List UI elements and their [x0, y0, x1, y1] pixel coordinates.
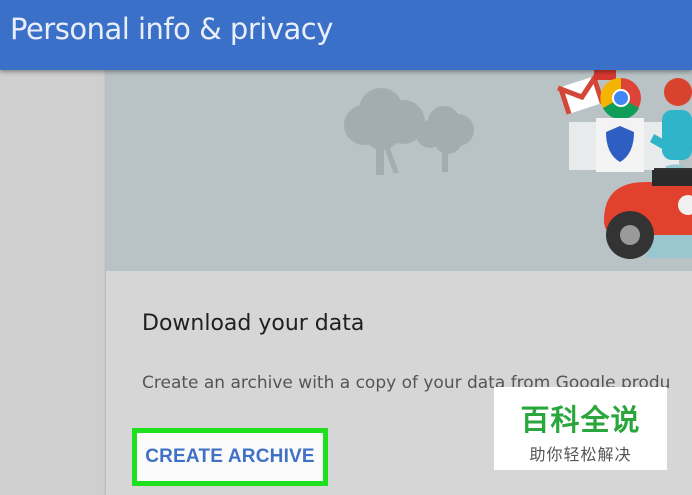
create-archive-button[interactable]: CREATE ARCHIVE — [132, 428, 328, 486]
gmail-icon — [557, 74, 605, 115]
banner-illustration — [344, 70, 692, 259]
red-flag — [594, 70, 616, 80]
page-title: Personal info & privacy — [10, 12, 333, 46]
chrome-icon — [600, 77, 641, 120]
trees-illustration — [344, 88, 474, 175]
left-sidebar — [0, 70, 106, 495]
watermark-badge: 百科全说 助你轻松解决 — [494, 387, 667, 470]
app-header: Personal info & privacy — [0, 0, 692, 70]
card-banner — [106, 70, 692, 271]
card-title: Download your data — [142, 311, 365, 336]
watermark-sub-text: 助你轻松解决 — [529, 447, 632, 464]
watermark-main-text: 百科全说 — [520, 405, 641, 437]
create-archive-label: CREATE ARCHIVE — [145, 446, 315, 467]
